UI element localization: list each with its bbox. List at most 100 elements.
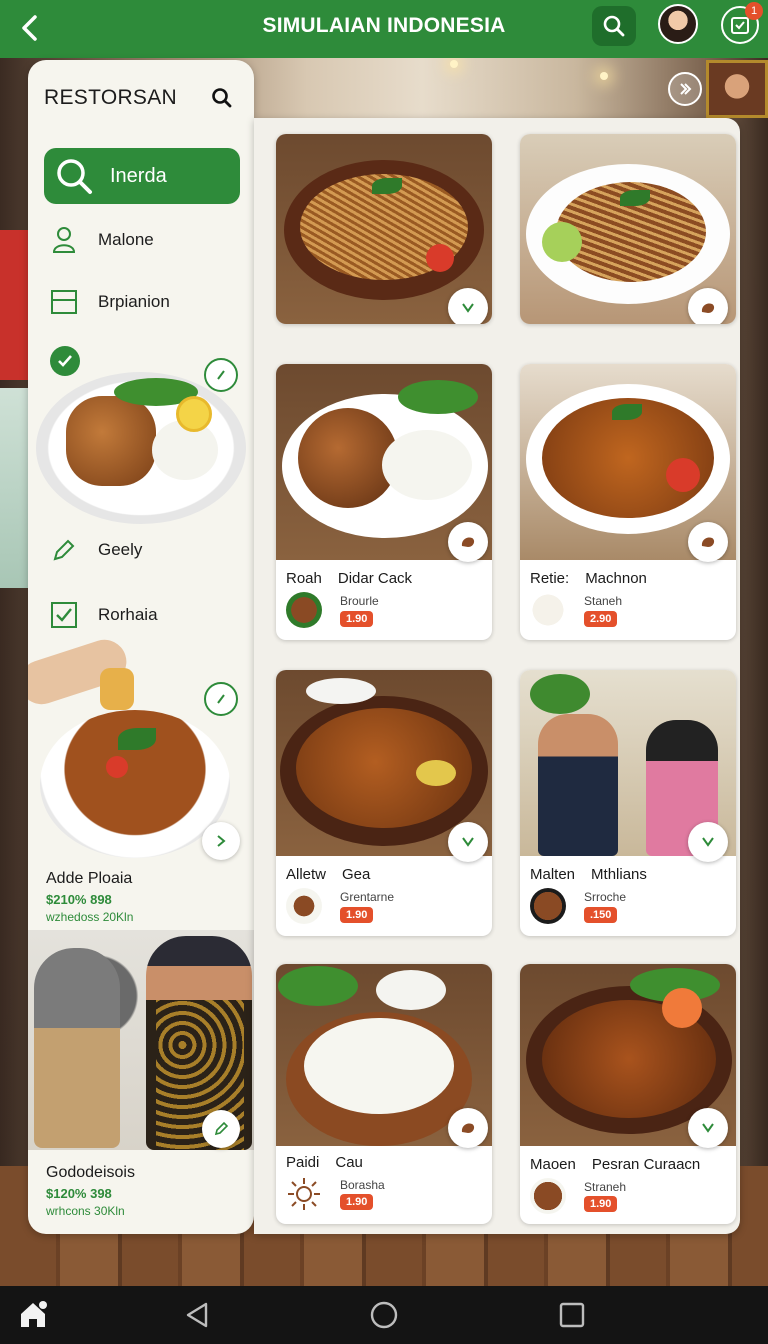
check-icon xyxy=(58,355,72,367)
menu-card[interactable] xyxy=(520,134,736,324)
menu-card[interactable]: Retie: Machnon Staneh 2.90 xyxy=(520,364,736,640)
card-title: Paidi Cau xyxy=(286,1154,363,1171)
search-icon xyxy=(603,15,625,37)
card-subtitle: Borasha xyxy=(340,1178,385,1192)
meat-icon xyxy=(701,303,715,313)
selected-check-badge xyxy=(50,346,80,376)
select-button[interactable] xyxy=(448,822,488,862)
sidebar-item-label: Rorhaia xyxy=(98,605,158,624)
notifications-button[interactable]: 1 xyxy=(721,2,763,44)
avatar[interactable] xyxy=(658,4,698,44)
edit-button[interactable] xyxy=(204,358,238,392)
search-button[interactable] xyxy=(592,6,636,46)
meat-icon xyxy=(701,537,715,547)
sidebar-search-button[interactable] xyxy=(210,86,236,112)
select-button[interactable] xyxy=(448,288,488,324)
menu-card[interactable]: Paidi Cau Borasha 1.90 xyxy=(276,964,492,1224)
add-button[interactable] xyxy=(448,522,488,562)
menu-card[interactable]: Alletw Gea Grentarne 1.90 xyxy=(276,670,492,936)
menu-card[interactable]: Maoen Pesran Curaacn Straneh 1.90 xyxy=(520,964,736,1224)
side-bowl xyxy=(376,970,446,1010)
card-subtitle: Brourle xyxy=(340,594,379,608)
fried-chicken xyxy=(66,396,156,486)
wall-portrait xyxy=(706,60,768,118)
grid-icon xyxy=(44,282,84,322)
add-button[interactable] xyxy=(688,288,728,324)
home-button[interactable] xyxy=(18,1300,48,1330)
ceiling-light xyxy=(450,60,458,68)
back-nav-button[interactable] xyxy=(182,1300,212,1330)
tomato-slice xyxy=(662,988,702,1028)
system-nav-bar xyxy=(0,1286,768,1344)
sidebar-item-brpianion[interactable]: Brpianion xyxy=(44,282,240,322)
slash-icon xyxy=(217,370,225,380)
menu-card[interactable]: Roah Didar Cack Brourle 1.90 xyxy=(276,364,492,640)
sidebar-header: RESTORSAN xyxy=(44,86,236,112)
lettuce xyxy=(398,380,478,414)
side-card-price: $210% 898 xyxy=(46,892,112,907)
side-card-title: Gododeisois xyxy=(46,1164,135,1181)
app-title: SIMULAIAN INDONESIA xyxy=(262,14,506,37)
ceiling-light xyxy=(600,72,608,80)
card-title: Alletw Gea xyxy=(286,866,370,883)
recents-nav-button[interactable] xyxy=(557,1300,587,1330)
tomato xyxy=(426,244,454,272)
add-button[interactable] xyxy=(448,1108,488,1148)
next-button[interactable] xyxy=(202,822,240,860)
checkmark-icon xyxy=(702,1123,714,1133)
chevron-right-icon xyxy=(217,835,226,847)
card-title-right: Pesran Curaacn xyxy=(591,1156,701,1173)
select-button[interactable] xyxy=(688,1108,728,1148)
pencil-icon xyxy=(44,530,84,570)
circle-home-icon xyxy=(370,1301,398,1329)
sidebar-item-rorhaia[interactable]: Rorhaia xyxy=(44,595,240,635)
home-icon xyxy=(21,1301,47,1327)
expand-button[interactable] xyxy=(668,72,702,106)
menu-grid-panel: Roah Didar Cack Brourle 1.90 Retie: Machno… xyxy=(254,118,740,1234)
sun-logo-icon xyxy=(288,1178,320,1210)
square-recents-icon xyxy=(559,1302,585,1328)
pencil-icon xyxy=(214,1121,229,1136)
price-badge: 1.90 xyxy=(340,907,374,923)
home-nav-button[interactable] xyxy=(369,1300,399,1330)
mini-dish-thumb xyxy=(530,592,566,628)
sidebar-item-label: Malone xyxy=(98,230,154,249)
card-title-right: Gea xyxy=(342,866,371,883)
sidebar-item-label: Geely xyxy=(98,540,143,559)
side-bowl xyxy=(306,678,376,704)
dish-image xyxy=(36,372,246,524)
checkmark-icon xyxy=(462,303,474,313)
menu-card[interactable]: Malten Mthlians Srroche .150 xyxy=(520,670,736,936)
price-badge: 2.90 xyxy=(584,611,618,627)
card-title-left: Paidi xyxy=(286,1154,320,1171)
plant xyxy=(530,674,590,714)
card-subtitle: Grentarne xyxy=(340,890,395,904)
card-title-left: Retie: xyxy=(530,570,570,587)
select-button[interactable] xyxy=(688,822,728,862)
side-card-price: $120% 398 xyxy=(46,1186,112,1201)
card-title-right: Didar Cack xyxy=(337,570,413,587)
sidebar-item-malone[interactable]: Malone xyxy=(44,220,240,260)
add-button[interactable] xyxy=(688,522,728,562)
fried-snack xyxy=(100,668,134,710)
edit-button[interactable] xyxy=(202,1110,240,1148)
potato xyxy=(416,760,456,786)
menu-card[interactable] xyxy=(276,134,492,324)
sidebar-item-label: Brpianion xyxy=(98,292,170,311)
man-photo xyxy=(538,714,618,856)
lemon xyxy=(176,396,212,432)
checkbox-icon xyxy=(44,595,84,635)
sidebar-item-active[interactable]: Inerda xyxy=(44,148,240,204)
edit-button[interactable] xyxy=(204,682,238,716)
sidebar-item-geely[interactable]: Geely xyxy=(44,530,240,570)
double-chevron-right-icon xyxy=(680,83,692,95)
calendar-check-icon xyxy=(731,17,749,34)
basil-leaf xyxy=(612,404,642,420)
meat-icon xyxy=(461,1123,475,1133)
mini-dish-thumb xyxy=(286,888,322,924)
checkmark-icon xyxy=(702,837,714,847)
card-title: Retie: Machnon xyxy=(530,570,647,587)
card-title-left: Maoen xyxy=(530,1156,576,1173)
card-title-right: Mthlians xyxy=(591,866,647,883)
card-title-left: Roah xyxy=(286,570,322,587)
